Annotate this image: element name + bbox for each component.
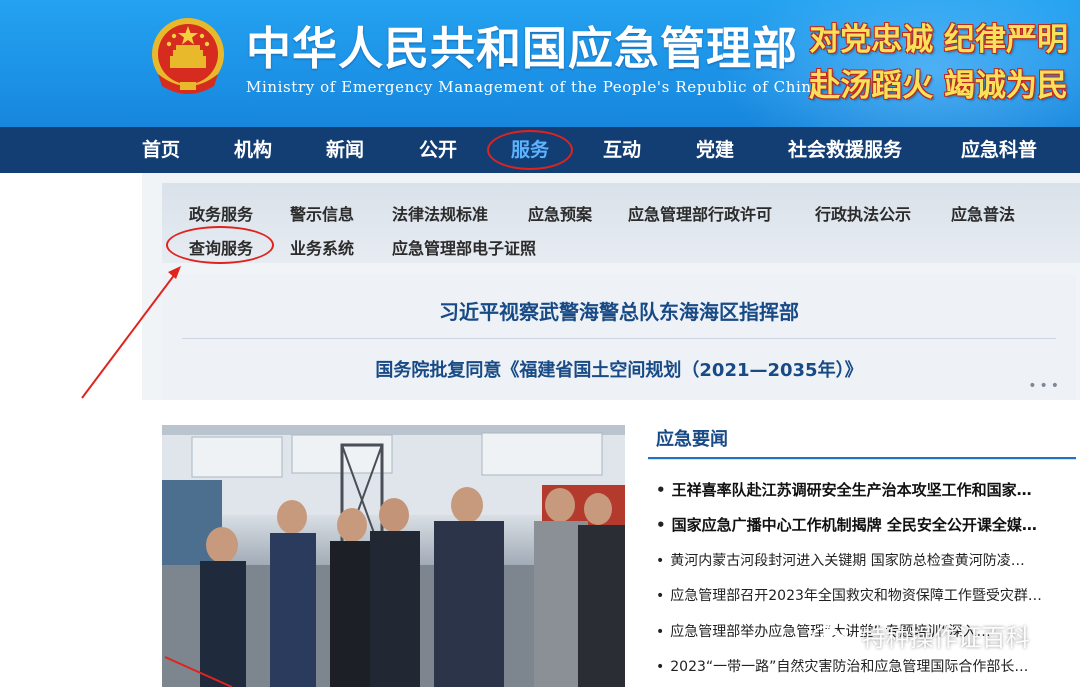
wechat-icon — [812, 626, 847, 651]
watermark-text: 特种操作证百科 — [861, 624, 1030, 652]
arrow-head-icon — [168, 266, 181, 279]
watermark: 特种操作证百科 — [812, 618, 1030, 658]
annotation-arrows — [81, 266, 233, 687]
